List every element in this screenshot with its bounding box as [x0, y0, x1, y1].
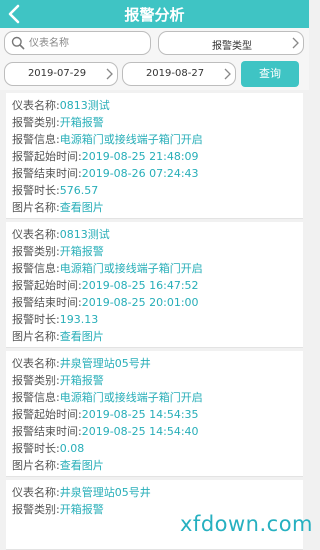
category-row: 报警类别:开箱报警	[12, 116, 104, 129]
view-image-link[interactable]: 查看图片	[60, 459, 104, 472]
start-date-value: 2019-07-29	[27, 68, 87, 79]
top-bar: 报警分析	[0, 0, 309, 28]
query-button[interactable]: 查询	[241, 61, 299, 87]
watermark-text: xfdown.com	[180, 512, 314, 536]
meter-name-row: 仪表名称:0813测试	[12, 99, 110, 112]
chevron-right-icon	[224, 68, 231, 80]
alarm-record[interactable]: 仪表名称:0813测试 报警类别:开箱报警 报警信息:电源箱门或接线端子箱门开启…	[6, 93, 303, 219]
info-row: 报警信息:电源箱门或接线端子箱门开启	[12, 391, 203, 404]
image-row: 图片名称:查看图片	[12, 459, 104, 472]
info-row: 报警信息:电源箱门或接线端子箱门开启	[12, 262, 203, 275]
view-image-link[interactable]: 查看图片	[60, 201, 104, 214]
chevron-right-icon	[292, 37, 299, 49]
start-time-row: 报警起始时间:2019-08-25 21:48:09	[12, 150, 199, 163]
end-date-value: 2019-08-27	[145, 68, 205, 79]
meter-name-row: 仪表名称:井泉管理站05号井	[12, 486, 151, 499]
end-date-field[interactable]: 2019-08-27	[122, 62, 236, 86]
image-row: 图片名称:查看图片	[12, 201, 104, 214]
start-date-field[interactable]: 2019-07-29	[4, 62, 118, 86]
meter-name-row: 仪表名称:井泉管理站05号井	[12, 357, 151, 370]
end-time-row: 报警结束时间:2019-08-25 20:01:00	[12, 296, 199, 309]
category-row: 报警类别:开箱报警	[12, 503, 104, 516]
category-row: 报警类别:开箱报警	[12, 374, 104, 387]
search-box[interactable]	[4, 31, 151, 55]
search-icon	[11, 36, 25, 50]
category-row: 报警类别:开箱报警	[12, 245, 104, 258]
start-time-row: 报警起始时间:2019-08-25 14:54:35	[12, 408, 199, 421]
alarm-record[interactable]: 仪表名称:井泉管理站05号井 报警类别:开箱报警 报警信息:电源箱门或接线端子箱…	[6, 351, 303, 477]
end-time-row: 报警结束时间:2019-08-25 14:54:40	[12, 425, 199, 438]
alarm-type-label: 报警类型	[212, 41, 252, 52]
chevron-right-icon	[106, 68, 113, 80]
start-time-row: 报警起始时间:2019-08-25 16:47:52	[12, 279, 199, 292]
alarm-record[interactable]: 仪表名称:0813测试 报警类别:开箱报警 报警信息:电源箱门或接线端子箱门开启…	[6, 222, 303, 348]
alarm-type-select[interactable]: 报警类型	[158, 31, 304, 55]
image-row: 图片名称:查看图片	[12, 330, 104, 343]
duration-row: 报警时长:576.57	[12, 184, 99, 197]
info-row: 报警信息:电源箱门或接线端子箱门开启	[12, 133, 203, 146]
meter-name-row: 仪表名称:0813测试	[12, 228, 110, 241]
page-title: 报警分析	[124, 6, 185, 24]
view-image-link[interactable]: 查看图片	[60, 330, 104, 343]
search-input[interactable]	[29, 35, 147, 51]
duration-row: 报警时长:0.08	[12, 442, 85, 455]
duration-row: 报警时长:193.13	[12, 313, 99, 326]
end-time-row: 报警结束时间:2019-08-26 07:24:43	[12, 167, 199, 180]
